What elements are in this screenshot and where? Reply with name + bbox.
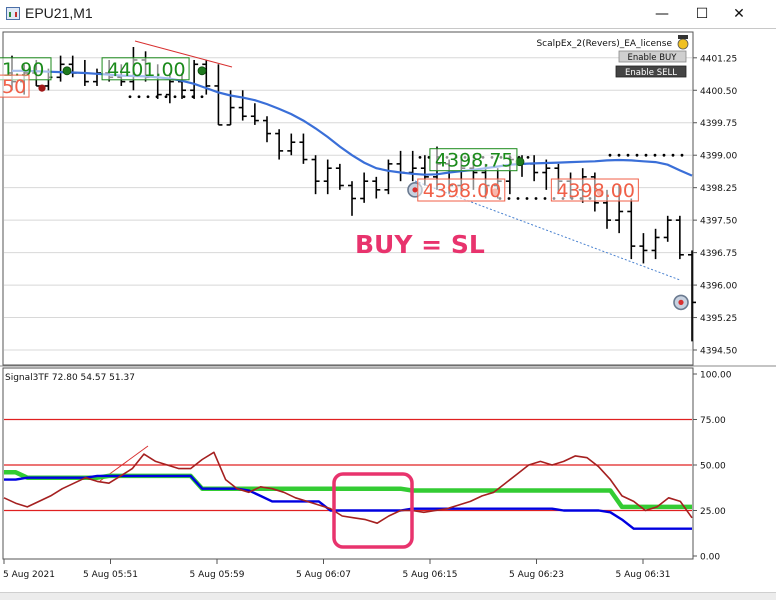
- window-title: EPU21,M1: [25, 5, 93, 21]
- level-dot: [418, 155, 422, 159]
- level-dot: [644, 153, 648, 157]
- level-dot: [526, 155, 530, 159]
- price-tick-label: 4394.50: [700, 347, 737, 357]
- level-dot: [608, 153, 612, 157]
- price-tick-label: 4400.50: [700, 87, 737, 97]
- indicator-tick-label: 100.00: [700, 371, 732, 381]
- indicator-axis: 100.00 75.00 50.00 25.00 0.00: [693, 371, 732, 563]
- price-label: 4398.00: [423, 180, 502, 202]
- buy-marker: [197, 66, 207, 76]
- time-tick-label: 5 Aug 2021: [3, 570, 55, 580]
- indicator-tick-label: 75.00: [700, 416, 726, 426]
- ea-name: ScalpEx_2(Revers)_EA_license: [536, 39, 672, 49]
- indicator-tick-label: 25.00: [700, 507, 726, 517]
- price-tick-label: 4401.25: [700, 54, 737, 64]
- maximize-button[interactable]: ☐: [685, 2, 719, 26]
- chart-area[interactable]: 4401.25 4400.50 4399.75 4399.00 4398.25 4397.…: [0, 28, 776, 593]
- status-bar: [0, 592, 776, 600]
- price-label: 4401.00: [107, 59, 186, 81]
- level-dot: [671, 153, 675, 157]
- level-dot: [182, 95, 186, 99]
- indicator-label: Signal3TF 72.80 54.57 51.37: [5, 373, 135, 383]
- level-dot: [680, 153, 684, 157]
- stop-loss-marker-center: [678, 299, 684, 305]
- time-tick-label: 5 Aug 06:31: [616, 570, 671, 580]
- price-axis: 4401.25 4400.50 4399.75 4399.00 4398.25 4397.…: [693, 54, 737, 357]
- time-axis: 5 Aug 2021 5 Aug 05:51 5 Aug 05:59 5 Aug 06…: [3, 559, 670, 580]
- price-tick-label: 4395.25: [700, 314, 737, 324]
- level-dot: [534, 197, 538, 200]
- indicator-pane: [2, 367, 694, 560]
- price-tick-label: 4399.00: [700, 152, 737, 162]
- level-dot: [662, 153, 666, 157]
- minimize-button[interactable]: —: [645, 2, 679, 26]
- level-dot: [155, 95, 159, 99]
- level-dot: [200, 95, 204, 99]
- price-tick-label: 4399.75: [700, 119, 737, 129]
- title-bar: EPU21,M1 — ☐ ✕: [0, 0, 776, 28]
- level-dot: [525, 197, 529, 200]
- chart-window-icon: [6, 7, 20, 20]
- level-dot: [146, 95, 150, 99]
- annotation-text: BUY = SL: [355, 230, 485, 259]
- chart-canvas[interactable]: 4401.25 4400.50 4399.75 4399.00 4398.25 4397.…: [0, 29, 776, 593]
- price-label: 50: [2, 76, 26, 98]
- price-tick-label: 4397.50: [700, 217, 737, 227]
- indicator-tick-label: 0.00: [700, 553, 720, 563]
- sell-marker: [38, 84, 46, 92]
- indicator-tick-label: 50.00: [700, 462, 726, 472]
- price-tick-label: 4396.75: [700, 249, 737, 259]
- time-tick-label: 5 Aug 06:15: [403, 570, 458, 580]
- level-dot: [164, 95, 168, 99]
- level-dot: [507, 197, 511, 200]
- level-dot: [173, 95, 177, 99]
- price-label: 4398.75: [435, 150, 514, 172]
- level-dot: [137, 95, 141, 99]
- stop-loss-marker-center: [412, 187, 418, 193]
- buy-marker: [62, 66, 72, 76]
- level-dot: [543, 197, 547, 200]
- time-tick-label: 5 Aug 06:07: [296, 570, 351, 580]
- level-dot: [635, 153, 639, 157]
- time-tick-label: 5 Aug 05:59: [190, 570, 245, 580]
- price-tick-label: 4396.00: [700, 282, 737, 292]
- smiley-hat-icon: [677, 35, 689, 50]
- enable-buy-label: Enable BUY: [628, 53, 678, 63]
- level-dot: [626, 153, 630, 157]
- level-dot: [516, 197, 520, 200]
- level-dot: [191, 95, 195, 99]
- close-button[interactable]: ✕: [722, 2, 756, 26]
- level-dot: [128, 95, 132, 99]
- time-tick-label: 5 Aug 06:23: [509, 570, 564, 580]
- time-tick-label: 5 Aug 05:51: [83, 570, 138, 580]
- price-label: 4398.00: [556, 180, 635, 202]
- price-tick-label: 4398.25: [700, 184, 737, 194]
- enable-sell-label: Enable SELL: [625, 68, 677, 78]
- level-dot: [653, 153, 657, 157]
- level-dot: [617, 153, 621, 157]
